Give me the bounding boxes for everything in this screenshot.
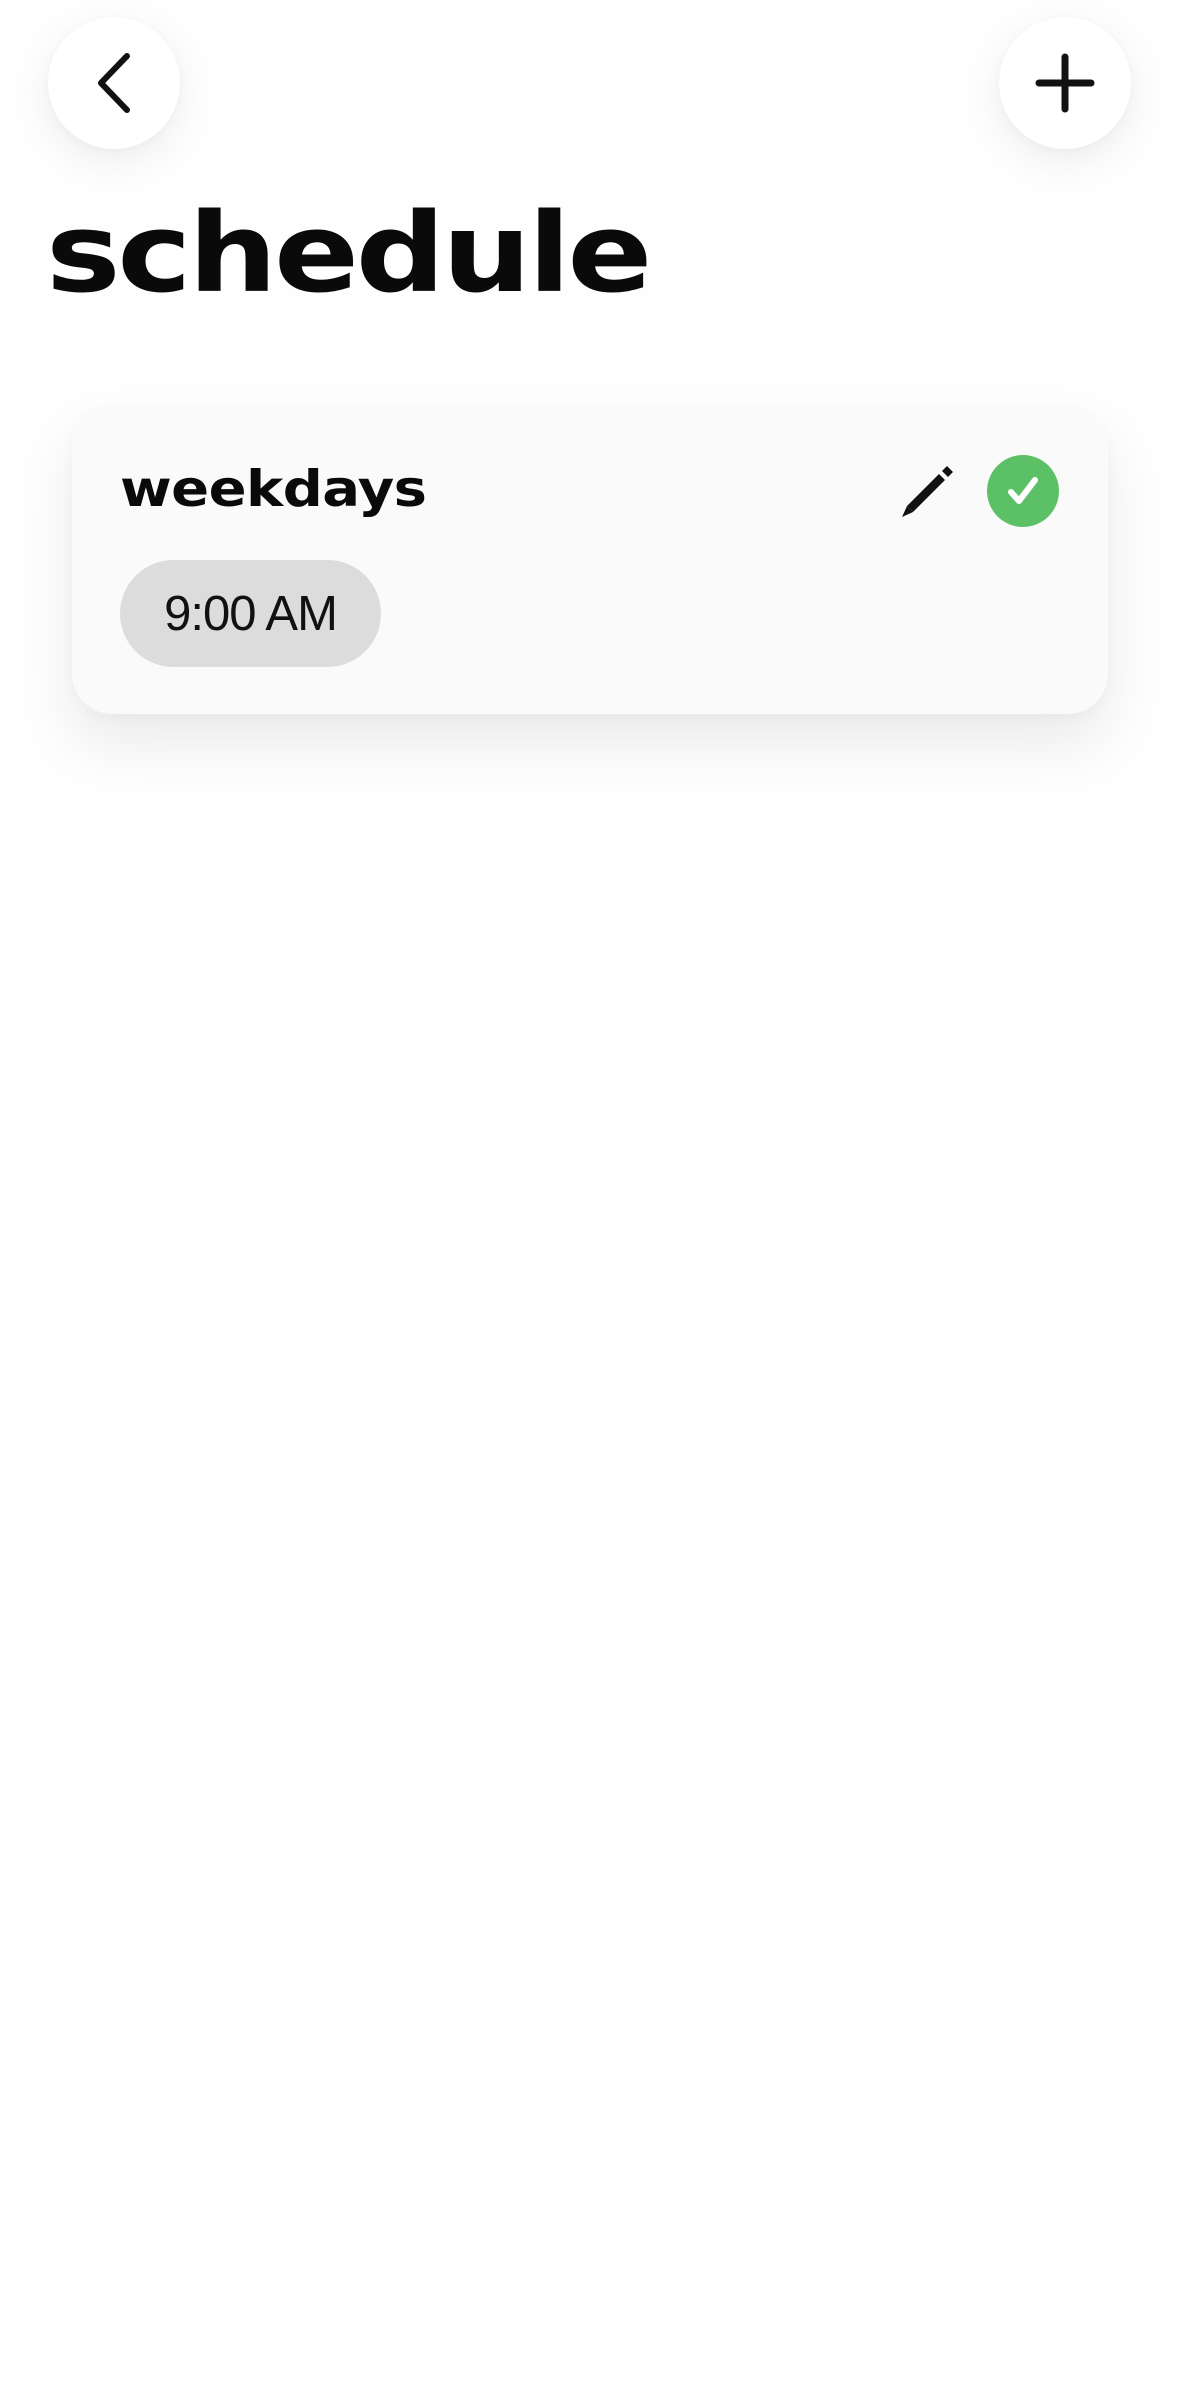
schedule-name: weekdays — [120, 460, 427, 518]
check-icon — [1008, 477, 1038, 504]
pencil-icon — [902, 466, 953, 517]
plus-icon — [1035, 53, 1095, 113]
schedule-card[interactable]: weekdays 9:00 AM — [72, 407, 1108, 714]
page-title: schedule — [46, 189, 652, 317]
add-schedule-button[interactable] — [999, 17, 1131, 149]
chevron-left-icon — [98, 53, 130, 113]
edit-schedule-button[interactable] — [896, 459, 960, 523]
schedule-enabled-toggle[interactable] — [987, 455, 1059, 527]
time-chip[interactable]: 9:00 AM — [120, 560, 381, 667]
back-button[interactable] — [48, 17, 180, 149]
